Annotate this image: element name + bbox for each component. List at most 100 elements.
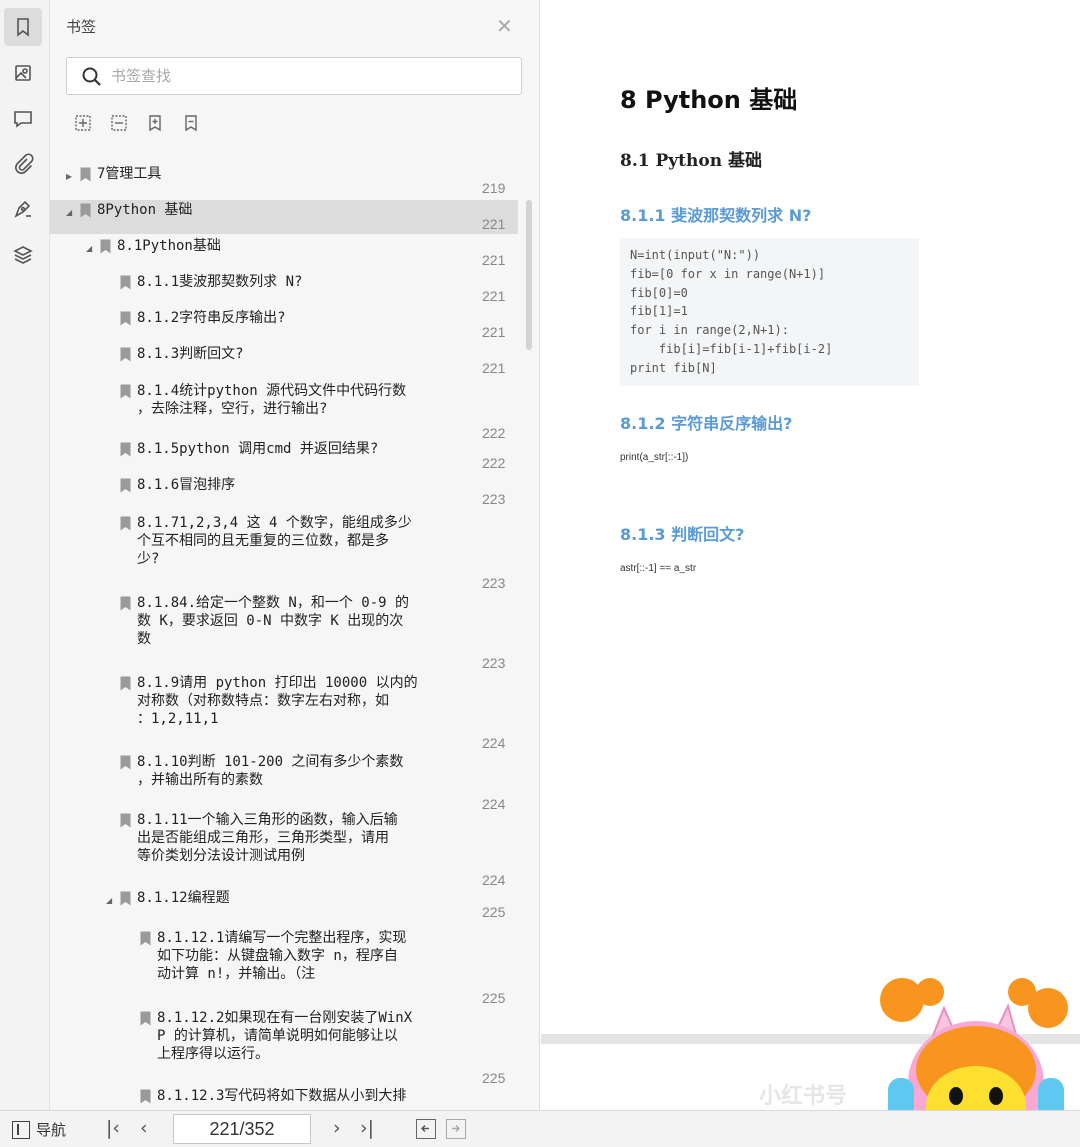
bookmark-item[interactable]: 8.1.12.3写代码将如下数据从小到大排: [50, 1086, 518, 1110]
subsection-heading: 8.1.3 判断回文?: [620, 525, 745, 544]
bookmark-toolbar: [72, 112, 202, 134]
bookmark-label-line: ，去除注释，空行，进行输出?: [137, 401, 328, 417]
bookmark-icon: [120, 311, 131, 326]
next-page-icon[interactable]: ›: [333, 1117, 341, 1139]
bookmark-item[interactable]: ◢ 8Python 基础 221: [50, 200, 518, 234]
bookmark-item[interactable]: ◢ 8.1.12编程题 225: [50, 888, 518, 920]
bookmark-icon: [120, 384, 131, 399]
caret-down-icon[interactable]: ◢: [106, 896, 112, 905]
bookmark-label-line: 8.1.71,2,3,4 这 4 个数字，能组成多少: [137, 515, 412, 531]
bookmark-item[interactable]: ◢ 8.1Python基础 221: [50, 236, 518, 268]
caret-down-icon[interactable]: ◢: [66, 208, 72, 217]
bookmark-label-line: 如下功能：从键盘输入数字 n，程序自: [157, 948, 398, 964]
bookmark-label: 8.1.11一个输入三角形的函数，输入后输 出是否能组成三角形，三角形类型，请用等…: [137, 811, 460, 865]
expand-all-icon[interactable]: [72, 112, 94, 134]
first-page-icon[interactable]: |‹: [106, 1117, 120, 1139]
bookmark-label: 8Python 基础: [97, 202, 193, 218]
bookmark-label-line: 数: [137, 631, 151, 647]
sidebar-toggle-icon: [12, 1120, 30, 1139]
paragraph: astr[::-1] == a_str: [620, 563, 697, 574]
bookmark-page-number: 221: [482, 360, 506, 376]
bookmark-label-line: 出是否能组成三角形，三角形类型，请用: [137, 830, 389, 846]
bookmark-icon: [140, 931, 151, 946]
bookmark-icon: [120, 275, 131, 290]
caret-right-icon[interactable]: ▸: [66, 169, 72, 183]
page-indicator-input[interactable]: 221/352: [173, 1114, 311, 1144]
signature-icon[interactable]: [4, 190, 42, 228]
bookmark-item[interactable]: ▸ 7管理工具 219: [50, 164, 518, 196]
bookmark-icon: [120, 442, 131, 457]
caret-down-icon[interactable]: ◢: [86, 244, 92, 253]
attachment-icon[interactable]: [4, 144, 42, 182]
section-heading: 8.1 Python 基础: [620, 151, 762, 171]
document-view: 8 Python 基础 8.1 Python 基础 8.1.1 斐波那契数列求 …: [541, 0, 1080, 1110]
remove-bookmark-icon[interactable]: [180, 112, 202, 134]
add-bookmark-icon[interactable]: [144, 112, 166, 134]
bookmark-item[interactable]: 8.1.12.2如果现在有一台刚安装了WinX P 的计算机，请简单说明如何能够让…: [50, 1008, 518, 1086]
subsection-heading: 8.1.1 斐波那契数列求 N?: [620, 206, 812, 225]
bookmark-label: 8.1.5python 调用cmd 并返回结果?: [137, 441, 379, 457]
bookmark-label-line: 8.1.84.给定一个整数 N，和一个 0-9 的: [137, 595, 410, 611]
bookmark-item[interactable]: 8.1.4统计python 源代码文件中代码行数 ，去除注释，空行，进行输出? 22…: [50, 381, 518, 441]
prev-page-icon[interactable]: ‹: [140, 1117, 148, 1139]
bookmark-label: 8.1.6冒泡排序: [137, 477, 236, 493]
nav-label: 导航: [36, 1121, 67, 1139]
bookmark-label-line: 8.1.11一个输入三角形的函数，输入后输: [137, 812, 398, 828]
bookmark-item[interactable]: 8.1.11一个输入三角形的函数，输入后输 出是否能组成三角形，三角形类型，请用等…: [50, 810, 518, 888]
bookmark-label: 7管理工具: [97, 166, 162, 182]
bookmark-label-line: 8.1.4统计python 源代码文件中代码行数: [137, 383, 407, 399]
bookmark-panel: 书签 ✕ ▸ 7管理工具 219 ◢ 8Python 基础 221 ◢ 8.1Python基础…: [50, 0, 540, 1110]
bookmark-item[interactable]: 8.1.84.给定一个整数 N，和一个 0-9 的数 K，要求返回 0-N 中数…: [50, 593, 518, 671]
bookmark-label-line: 8.1.12.1请编写一个完整出程序，实现: [157, 930, 407, 946]
code-block: N=int(input("N:")) fib=[0 for x in range…: [620, 238, 919, 386]
close-icon[interactable]: ✕: [496, 14, 513, 38]
bookmark-item[interactable]: 8.1.5python 调用cmd 并返回结果? 222: [50, 439, 518, 471]
bookmark-icon[interactable]: [4, 8, 42, 46]
bookmark-icon: [80, 203, 91, 218]
bookmark-icon: [140, 1011, 151, 1026]
bookmark-icon: [80, 167, 91, 182]
last-page-icon[interactable]: ›|: [360, 1117, 374, 1139]
forward-view-icon[interactable]: [446, 1119, 466, 1139]
bookmark-label-line: 等价类划分法设计测试用例: [137, 848, 305, 864]
bookmark-page-number: 224: [482, 735, 506, 751]
bookmark-item[interactable]: 8.1.71,2,3,4 这 4 个数字，能组成多少 个互不相同的且无重复的三位数…: [50, 513, 518, 591]
bookmark-label-line: 8.1.10判断 101-200 之间有多少个素数: [137, 754, 404, 770]
bookmark-label-line: 8.1.9请用 python 打印出 10000 以内的: [137, 675, 418, 691]
back-view-icon[interactable]: [416, 1119, 436, 1139]
bookmark-label-line: ：1,2,11,1: [137, 711, 219, 727]
bookmark-label-line: 上程序得以运行。: [157, 1046, 269, 1062]
panel-title: 书签: [66, 18, 97, 36]
bookmark-label: 8.1.12.2如果现在有一台刚安装了WinX P 的计算机，请简单说明如何能够让…: [157, 1009, 460, 1063]
search-input[interactable]: [111, 64, 511, 88]
bookmark-icon: [120, 891, 131, 906]
collapse-all-icon[interactable]: [108, 112, 130, 134]
bookmark-page-number: 221: [482, 324, 506, 340]
bookmark-label: 8.1.12.3写代码将如下数据从小到大排: [157, 1088, 407, 1104]
bookmark-item[interactable]: 8.1.2字符串反序输出? 221: [50, 308, 518, 340]
layers-icon[interactable]: [4, 236, 42, 274]
bookmark-label: 8.1.84.给定一个整数 N，和一个 0-9 的数 K，要求返回 0-N 中数…: [137, 594, 460, 648]
navigation-toggle[interactable]: 导航: [12, 1119, 66, 1140]
image-icon[interactable]: [4, 54, 42, 92]
bookmark-label-line: 动计算 n!，并输出。（注: [157, 966, 316, 982]
bookmark-item[interactable]: 8.1.10判断 101-200 之间有多少个素数 ，并输出所有的素数 224: [50, 752, 518, 812]
bookmark-icon: [100, 239, 111, 254]
bookmark-item[interactable]: 8.1.12.1请编写一个完整出程序，实现 如下功能：从键盘输入数字 n，程序自动…: [50, 928, 518, 1006]
comment-icon[interactable]: [4, 100, 42, 138]
bookmark-item[interactable]: 8.1.6冒泡排序 223: [50, 475, 518, 507]
bookmark-page-number: 221: [482, 216, 506, 232]
bookmark-icon: [120, 813, 131, 828]
tree-scrollbar[interactable]: [526, 200, 532, 350]
bookmark-page-number: 222: [482, 455, 506, 471]
bookmark-page-number: 221: [482, 252, 506, 268]
watermark: 小红书号: [759, 1084, 848, 1109]
bookmark-item[interactable]: 8.1.9请用 python 打印出 10000 以内的 对称数（对称数特点：数字…: [50, 673, 518, 751]
bookmark-label-line: 少?: [137, 551, 160, 567]
bookmark-page-number: 221: [482, 288, 506, 304]
bookmark-item[interactable]: 8.1.1斐波那契数列求 N? 221: [50, 272, 518, 304]
bookmark-label-line: 数 K，要求返回 0-N 中数字 K 出现的次: [137, 613, 404, 629]
bookmark-icon: [120, 596, 131, 611]
bookmark-item[interactable]: 8.1.3判断回文? 221: [50, 344, 518, 376]
bookmark-icon: [120, 516, 131, 531]
